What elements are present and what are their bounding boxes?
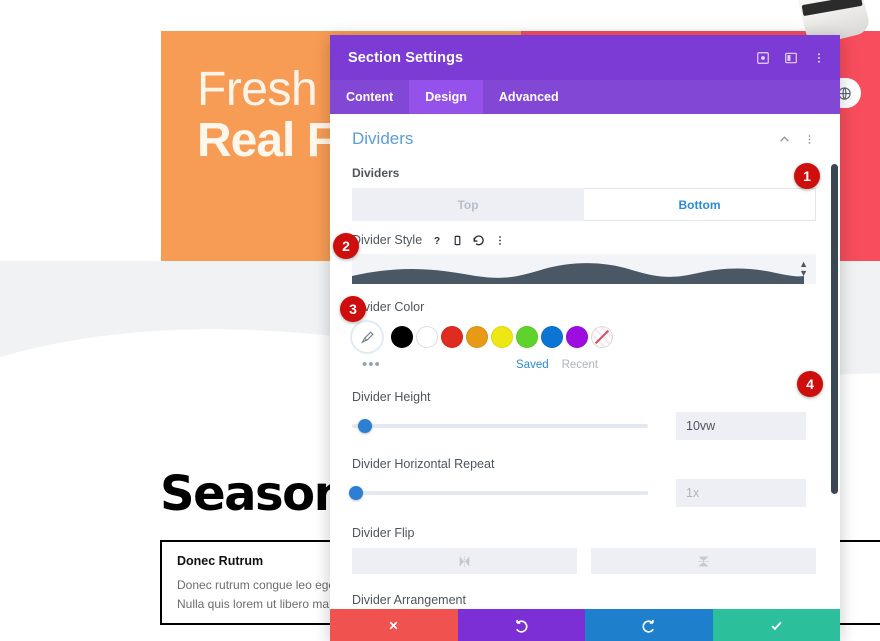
divider-horizontal-repeat-label: Divider Horizontal Repeat (352, 457, 495, 471)
divider-repeat-input[interactable]: 1x (676, 479, 806, 507)
toggle-top[interactable]: Top (352, 188, 584, 221)
mobile-icon[interactable] (452, 234, 463, 247)
swatch-black[interactable] (391, 326, 413, 348)
svg-text:?: ? (434, 236, 440, 247)
dividers-section-header: Dividers (352, 114, 816, 158)
callout-badge-1: 1 (794, 163, 820, 189)
chevron-up-icon[interactable] (778, 133, 791, 146)
modal-footer (330, 609, 840, 641)
swatch-yellow[interactable] (491, 326, 513, 348)
swatch-purple[interactable] (566, 326, 588, 348)
modal-scrollbar-track[interactable] (831, 114, 838, 609)
divider-flip-label: Divider Flip (352, 526, 415, 540)
target-icon[interactable] (756, 51, 770, 65)
divider-height-row: 10vw (352, 412, 816, 440)
redo-button[interactable] (585, 609, 713, 641)
swatch-green[interactable] (516, 326, 538, 348)
tab-design[interactable]: Design (409, 80, 483, 114)
save-button[interactable] (712, 609, 840, 641)
more-vertical-icon[interactable] (803, 133, 816, 146)
section-title: Dividers (352, 129, 414, 148)
undo-button[interactable] (457, 609, 585, 641)
swatch-meta-row: ••• Saved Recent (352, 354, 816, 376)
divider-color-label: Divider Color (352, 300, 425, 314)
check-icon (771, 621, 782, 630)
undo-icon (515, 619, 528, 633)
divider-height-label: Divider Height (352, 390, 431, 404)
modal-header: Section Settings (330, 35, 840, 80)
eyedropper-glyph (360, 330, 374, 344)
modal-scrollbar-thumb[interactable] (831, 164, 838, 494)
chevron-updown-icon: ▲ ▼ (799, 259, 808, 278)
swatch-none[interactable] (591, 326, 613, 348)
eyedropper-icon[interactable] (352, 322, 382, 352)
divider-repeat-slider[interactable] (349, 486, 648, 500)
layout-icon[interactable] (784, 51, 798, 65)
slider-knob[interactable] (349, 486, 364, 500)
dividers-label: Dividers (352, 166, 400, 180)
help-icon[interactable]: ? (431, 234, 443, 247)
settings-scroll-area: Dividers Dividers Top Bottom Divider Sty… (330, 114, 840, 609)
divider-color-swatches (352, 322, 816, 352)
callout-badge-4: 4 (797, 371, 823, 397)
x-icon (389, 621, 398, 629)
more-vertical-icon[interactable] (494, 234, 506, 247)
more-colors-button[interactable]: ••• (362, 357, 381, 372)
page-left-margin (0, 0, 161, 261)
reset-icon[interactable] (472, 234, 485, 247)
toggle-bottom[interactable]: Bottom (584, 188, 816, 221)
flip-horizontal-icon (459, 555, 470, 567)
tab-content[interactable]: Content (330, 80, 409, 114)
cancel-button[interactable] (330, 609, 458, 641)
saved-colors-link[interactable]: Saved (516, 359, 549, 371)
divider-height-input[interactable]: 10vw (676, 412, 806, 440)
section-settings-modal: Section Settings Content Design Advanced… (330, 35, 840, 641)
modal-body: Dividers Dividers Top Bottom Divider Sty… (330, 114, 840, 609)
divider-flip-group (352, 548, 816, 574)
flip-vertical-icon (698, 556, 709, 566)
wave-shape-preview (352, 263, 804, 284)
recent-colors-link[interactable]: Recent (562, 359, 598, 371)
swatch-links: Saved Recent (516, 359, 598, 371)
modal-title: Section Settings (348, 49, 464, 66)
redo-icon (642, 619, 655, 633)
callout-badge-2: 2 (333, 233, 359, 259)
more-vertical-icon[interactable] (812, 51, 826, 65)
swatch-blue[interactable] (541, 326, 563, 348)
divider-arrangement-label: Divider Arrangement (352, 593, 466, 607)
swatch-red[interactable] (441, 326, 463, 348)
divider-height-slider[interactable] (352, 419, 648, 433)
modal-tabs: Content Design Advanced (330, 80, 840, 114)
modal-header-actions (756, 35, 826, 80)
callout-badge-3: 3 (340, 296, 366, 322)
divider-style-label-row: Divider Style ? (352, 233, 816, 247)
swatch-orange[interactable] (466, 326, 488, 348)
card-title: Donec Rutrum (177, 554, 264, 568)
flip-horizontal-button[interactable] (352, 548, 577, 574)
slider-knob[interactable] (357, 419, 372, 433)
tab-advanced[interactable]: Advanced (483, 80, 575, 114)
divider-style-label: Divider Style (352, 233, 423, 247)
divider-style-select[interactable]: ▲ ▼ (352, 254, 816, 284)
flip-vertical-button[interactable] (591, 548, 816, 574)
divider-horizontal-repeat-row: 1x (349, 479, 816, 507)
swatch-white[interactable] (416, 326, 438, 348)
screenshot-root: Fresh I Real Fl Seasona Donec Rutrum Don… (0, 0, 880, 641)
dividers-toggle-group: Top Bottom (352, 188, 816, 221)
